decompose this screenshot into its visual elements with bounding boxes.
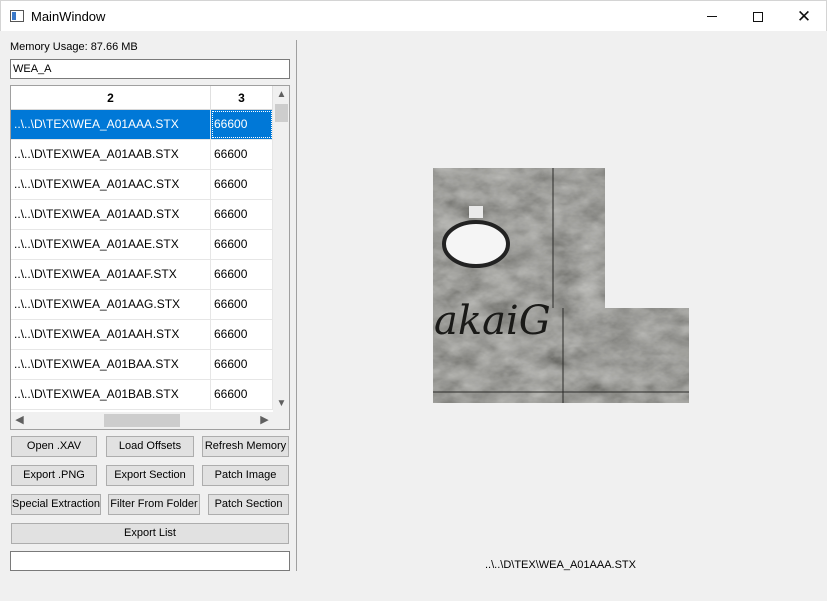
table-row[interactable]: ..\..\D\TEX\WEA_A01AAB.STX 66600 <box>11 140 273 170</box>
file-path-cell[interactable]: ..\..\D\TEX\WEA_A01BAA.STX <box>11 350 211 379</box>
table-row[interactable]: ..\..\D\TEX\WEA_A01AAC.STX 66600 <box>11 170 273 200</box>
panel-splitter[interactable] <box>296 40 297 571</box>
file-size-cell[interactable]: 66600 <box>211 350 273 379</box>
table-row[interactable]: ..\..\D\TEX\WEA_A01AAH.STX 66600 <box>11 320 273 350</box>
horizontal-scrollbar[interactable]: ◀ ▶ <box>11 412 273 429</box>
app-window-icon <box>10 10 24 22</box>
file-path-cell[interactable]: ..\..\D\TEX\WEA_A01AAC.STX <box>11 170 211 199</box>
minimize-button[interactable] <box>689 1 735 32</box>
maximize-button[interactable] <box>735 1 781 32</box>
open-xav-button[interactable]: Open .XAV <box>11 436 97 457</box>
memory-usage-label: Memory Usage: 87.66 MB <box>10 41 138 53</box>
table-row[interactable]: ..\..\D\TEX\WEA_A01BAA.STX 66600 <box>11 350 273 380</box>
table-row[interactable]: ..\..\D\TEX\WEA_A01BAB.STX 66600 <box>11 380 273 410</box>
file-size-cell[interactable]: 66600 <box>211 110 273 139</box>
scroll-up-icon[interactable]: ▲ <box>273 86 289 103</box>
load-offsets-button[interactable]: Load Offsets <box>106 436 194 457</box>
file-path-cell[interactable]: ..\..\D\TEX\WEA_A01AAA.STX <box>11 110 211 139</box>
export-list-button[interactable]: Export List <box>11 523 289 544</box>
scrollbar-corner <box>273 412 289 429</box>
jersey-texture <box>433 168 689 403</box>
table-body: ..\..\D\TEX\WEA_A01AAA.STX 66600 ..\..\D\… <box>11 110 273 410</box>
close-icon: ✕ <box>796 6 812 26</box>
file-path-cell[interactable]: ..\..\D\TEX\WEA_A01AAE.STX <box>11 230 211 259</box>
patch-section-button[interactable]: Patch Section <box>208 494 289 515</box>
texture-logo: akaiG <box>434 298 551 344</box>
file-size-cell[interactable]: 66600 <box>211 320 273 349</box>
file-size-cell[interactable]: 66600 <box>211 260 273 289</box>
window-title: MainWindow <box>31 9 106 24</box>
preview-path-label: ..\..\D\TEX\WEA_A01AAA.STX <box>485 559 636 571</box>
file-size-cell[interactable]: 66600 <box>211 230 273 259</box>
file-size-cell[interactable]: 66600 <box>211 290 273 319</box>
badge-icon <box>469 206 483 218</box>
title-bar: MainWindow ✕ <box>0 0 827 31</box>
table-row[interactable]: ..\..\D\TEX\WEA_A01AAE.STX 66600 <box>11 230 273 260</box>
file-size-cell[interactable]: 66600 <box>211 380 273 409</box>
table-row[interactable]: ..\..\D\TEX\WEA_A01AAD.STX 66600 <box>11 200 273 230</box>
column-header-2[interactable]: 2 <box>11 86 211 110</box>
horizontal-scroll-thumb[interactable] <box>104 414 180 427</box>
file-table[interactable]: 2 3 ..\..\D\TEX\WEA_A01AAA.STX 66600 ..\.… <box>10 85 290 430</box>
vertical-scrollbar[interactable]: ▲ ▼ <box>273 86 289 412</box>
file-path-cell[interactable]: ..\..\D\TEX\WEA_A01AAH.STX <box>11 320 211 349</box>
special-extraction-button[interactable]: Special Extraction <box>11 494 101 515</box>
scroll-right-icon[interactable]: ▶ <box>256 412 273 429</box>
texture-preview: akaiG <box>433 168 689 403</box>
file-size-cell[interactable]: 66600 <box>211 170 273 199</box>
scroll-left-icon[interactable]: ◀ <box>11 412 28 429</box>
file-path-cell[interactable]: ..\..\D\TEX\WEA_A01AAG.STX <box>11 290 211 319</box>
export-section-button[interactable]: Export Section <box>106 465 194 486</box>
table-row[interactable]: ..\..\D\TEX\WEA_A01AAG.STX 66600 <box>11 290 273 320</box>
filter-input[interactable] <box>10 59 290 79</box>
file-path-cell[interactable]: ..\..\D\TEX\WEA_A01AAB.STX <box>11 140 211 169</box>
file-path-cell[interactable]: ..\..\D\TEX\WEA_A01AAD.STX <box>11 200 211 229</box>
patch-image-button[interactable]: Patch Image <box>202 465 289 486</box>
refresh-memory-button[interactable]: Refresh Memory <box>202 436 289 457</box>
export-png-button[interactable]: Export .PNG <box>11 465 97 486</box>
vertical-scroll-thumb[interactable] <box>275 104 288 122</box>
file-path-cell[interactable]: ..\..\D\TEX\WEA_A01BAB.STX <box>11 380 211 409</box>
filter-from-folder-button[interactable]: Filter From Folder <box>108 494 200 515</box>
column-header-3[interactable]: 3 <box>211 86 273 110</box>
table-header: 2 3 <box>11 86 273 110</box>
table-row[interactable]: ..\..\D\TEX\WEA_A01AAA.STX 66600 <box>11 110 273 140</box>
close-button[interactable]: ✕ <box>781 1 827 32</box>
maximize-icon <box>753 11 763 22</box>
collar-hole <box>442 220 510 268</box>
file-size-cell[interactable]: 66600 <box>211 140 273 169</box>
scroll-down-icon[interactable]: ▼ <box>273 395 289 412</box>
minimize-icon <box>707 16 717 17</box>
table-row[interactable]: ..\..\D\TEX\WEA_A01AAF.STX 66600 <box>11 260 273 290</box>
file-size-cell[interactable]: 66600 <box>211 200 273 229</box>
status-field[interactable] <box>10 551 290 571</box>
file-path-cell[interactable]: ..\..\D\TEX\WEA_A01AAF.STX <box>11 260 211 289</box>
